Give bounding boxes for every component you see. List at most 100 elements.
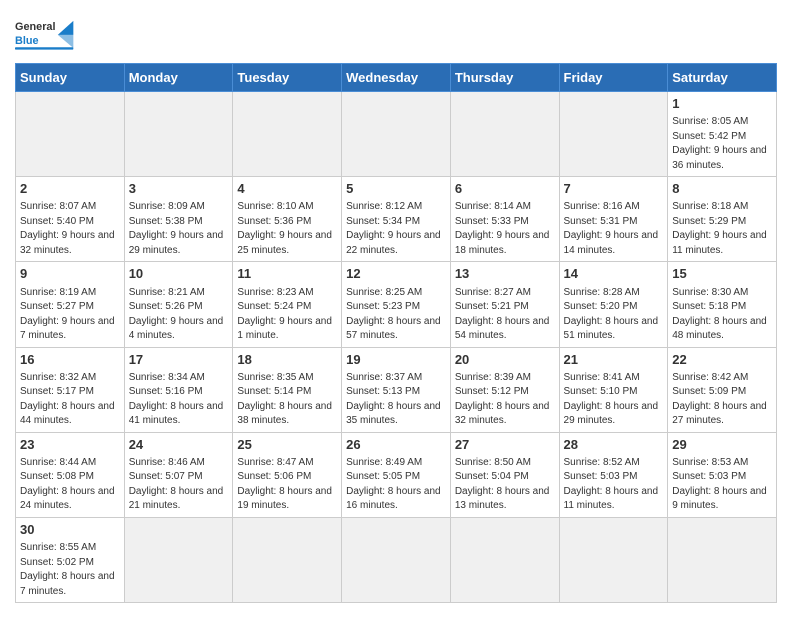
- cell-info: Sunrise: 8:35 AM Sunset: 5:14 PM Dayligh…: [237, 371, 337, 429]
- cell-info: Sunrise: 8:37 AM Sunset: 5:13 PM Dayligh…: [346, 371, 446, 429]
- day-number: 26: [346, 436, 446, 454]
- cell-info: Sunrise: 8:14 AM Sunset: 5:33 PM Dayligh…: [455, 200, 555, 258]
- calendar-cell: 10 Sunrise: 8:21 AM Sunset: 5:26 PM Dayli…: [124, 262, 233, 347]
- calendar-cell: 9 Sunrise: 8:19 AM Sunset: 5:27 PM Daylig…: [16, 262, 125, 347]
- cell-info: Sunrise: 8:49 AM Sunset: 5:05 PM Dayligh…: [346, 456, 446, 514]
- cell-info: Sunrise: 8:34 AM Sunset: 5:16 PM Dayligh…: [129, 371, 229, 429]
- cell-info: Sunrise: 8:52 AM Sunset: 5:03 PM Dayligh…: [564, 456, 664, 514]
- calendar-cell: 25 Sunrise: 8:47 AM Sunset: 5:06 PM Dayli…: [233, 432, 342, 517]
- cell-info: Sunrise: 8:41 AM Sunset: 5:10 PM Dayligh…: [564, 371, 664, 429]
- calendar-cell: [668, 517, 777, 602]
- calendar-cell: 6 Sunrise: 8:14 AM Sunset: 5:33 PM Daylig…: [450, 177, 559, 262]
- day-number: 21: [564, 351, 664, 369]
- calendar-cell: 19 Sunrise: 8:37 AM Sunset: 5:13 PM Dayli…: [342, 347, 451, 432]
- cell-info: Sunrise: 8:53 AM Sunset: 5:03 PM Dayligh…: [672, 456, 772, 514]
- cell-info: Sunrise: 8:55 AM Sunset: 5:02 PM Dayligh…: [20, 541, 120, 599]
- page: General Blue SundayMondayTuesdayWednesda…: [0, 0, 792, 618]
- day-number: 15: [672, 265, 772, 283]
- cell-info: Sunrise: 8:10 AM Sunset: 5:36 PM Dayligh…: [237, 200, 337, 258]
- calendar-cell: 30Sunrise: 8:55 AM Sunset: 5:02 PM Dayli…: [16, 517, 125, 602]
- weekday-header-thursday: Thursday: [450, 64, 559, 92]
- calendar-cell: 15 Sunrise: 8:30 AM Sunset: 5:18 PM Dayli…: [668, 262, 777, 347]
- cell-info: Sunrise: 8:16 AM Sunset: 5:31 PM Dayligh…: [564, 200, 664, 258]
- calendar: SundayMondayTuesdayWednesdayThursdayFrid…: [15, 63, 777, 603]
- day-number: 16: [20, 351, 120, 369]
- day-number: 28: [564, 436, 664, 454]
- weekday-header-row: SundayMondayTuesdayWednesdayThursdayFrid…: [16, 64, 777, 92]
- calendar-cell: [450, 517, 559, 602]
- day-number: 29: [672, 436, 772, 454]
- cell-info: Sunrise: 8:44 AM Sunset: 5:08 PM Dayligh…: [20, 456, 120, 514]
- day-number: 17: [129, 351, 229, 369]
- cell-info: Sunrise: 8:23 AM Sunset: 5:24 PM Dayligh…: [237, 286, 337, 344]
- cell-info: Sunrise: 8:28 AM Sunset: 5:20 PM Dayligh…: [564, 286, 664, 344]
- cell-info: Sunrise: 8:47 AM Sunset: 5:06 PM Dayligh…: [237, 456, 337, 514]
- day-number: 9: [20, 265, 120, 283]
- cell-info: Sunrise: 8:42 AM Sunset: 5:09 PM Dayligh…: [672, 371, 772, 429]
- cell-info: Sunrise: 8:30 AM Sunset: 5:18 PM Dayligh…: [672, 286, 772, 344]
- cell-info: Sunrise: 8:07 AM Sunset: 5:40 PM Dayligh…: [20, 200, 120, 258]
- calendar-cell: 21 Sunrise: 8:41 AM Sunset: 5:10 PM Dayli…: [559, 347, 668, 432]
- weekday-header-friday: Friday: [559, 64, 668, 92]
- day-number: 25: [237, 436, 337, 454]
- calendar-cell: [124, 517, 233, 602]
- logo-svg: General Blue: [15, 10, 85, 55]
- day-number: 1: [672, 95, 772, 113]
- week-row-2: 9 Sunrise: 8:19 AM Sunset: 5:27 PM Daylig…: [16, 262, 777, 347]
- calendar-cell: 7 Sunrise: 8:16 AM Sunset: 5:31 PM Daylig…: [559, 177, 668, 262]
- day-number: 4: [237, 180, 337, 198]
- day-number: 10: [129, 265, 229, 283]
- cell-info: Sunrise: 8:50 AM Sunset: 5:04 PM Dayligh…: [455, 456, 555, 514]
- calendar-cell: 26 Sunrise: 8:49 AM Sunset: 5:05 PM Dayli…: [342, 432, 451, 517]
- calendar-cell: 27Sunrise: 8:50 AM Sunset: 5:04 PM Dayli…: [450, 432, 559, 517]
- calendar-cell: 20Sunrise: 8:39 AM Sunset: 5:12 PM Dayli…: [450, 347, 559, 432]
- calendar-cell: 12Sunrise: 8:25 AM Sunset: 5:23 PM Dayli…: [342, 262, 451, 347]
- calendar-cell: 28 Sunrise: 8:52 AM Sunset: 5:03 PM Dayli…: [559, 432, 668, 517]
- calendar-cell: 5 Sunrise: 8:12 AM Sunset: 5:34 PM Daylig…: [342, 177, 451, 262]
- calendar-cell: 23 Sunrise: 8:44 AM Sunset: 5:08 PM Dayli…: [16, 432, 125, 517]
- calendar-cell: 2 Sunrise: 8:07 AM Sunset: 5:40 PM Daylig…: [16, 177, 125, 262]
- calendar-cell: 17 Sunrise: 8:34 AM Sunset: 5:16 PM Dayli…: [124, 347, 233, 432]
- calendar-cell: 22 Sunrise: 8:42 AM Sunset: 5:09 PM Dayli…: [668, 347, 777, 432]
- weekday-header-saturday: Saturday: [668, 64, 777, 92]
- calendar-cell: [342, 92, 451, 177]
- week-row-4: 23 Sunrise: 8:44 AM Sunset: 5:08 PM Dayli…: [16, 432, 777, 517]
- day-number: 19: [346, 351, 446, 369]
- day-number: 14: [564, 265, 664, 283]
- calendar-cell: [16, 92, 125, 177]
- header: General Blue: [15, 10, 777, 55]
- calendar-cell: 1 Sunrise: 8:05 AM Sunset: 5:42 PM Daylig…: [668, 92, 777, 177]
- cell-info: Sunrise: 8:32 AM Sunset: 5:17 PM Dayligh…: [20, 371, 120, 429]
- calendar-cell: 29 Sunrise: 8:53 AM Sunset: 5:03 PM Dayli…: [668, 432, 777, 517]
- cell-info: Sunrise: 8:21 AM Sunset: 5:26 PM Dayligh…: [129, 286, 229, 344]
- day-number: 7: [564, 180, 664, 198]
- calendar-cell: 14 Sunrise: 8:28 AM Sunset: 5:20 PM Dayli…: [559, 262, 668, 347]
- svg-text:Blue: Blue: [15, 35, 39, 47]
- week-row-0: 1 Sunrise: 8:05 AM Sunset: 5:42 PM Daylig…: [16, 92, 777, 177]
- day-number: 23: [20, 436, 120, 454]
- cell-info: Sunrise: 8:27 AM Sunset: 5:21 PM Dayligh…: [455, 286, 555, 344]
- week-row-3: 16 Sunrise: 8:32 AM Sunset: 5:17 PM Dayli…: [16, 347, 777, 432]
- day-number: 6: [455, 180, 555, 198]
- day-number: 5: [346, 180, 446, 198]
- day-number: 2: [20, 180, 120, 198]
- calendar-cell: 16 Sunrise: 8:32 AM Sunset: 5:17 PM Dayli…: [16, 347, 125, 432]
- day-number: 22: [672, 351, 772, 369]
- cell-info: Sunrise: 8:09 AM Sunset: 5:38 PM Dayligh…: [129, 200, 229, 258]
- calendar-cell: [342, 517, 451, 602]
- calendar-cell: 3 Sunrise: 8:09 AM Sunset: 5:38 PM Daylig…: [124, 177, 233, 262]
- cell-info: Sunrise: 8:05 AM Sunset: 5:42 PM Dayligh…: [672, 115, 772, 173]
- day-number: 11: [237, 265, 337, 283]
- day-number: 18: [237, 351, 337, 369]
- cell-info: Sunrise: 8:18 AM Sunset: 5:29 PM Dayligh…: [672, 200, 772, 258]
- calendar-cell: 11 Sunrise: 8:23 AM Sunset: 5:24 PM Dayli…: [233, 262, 342, 347]
- cell-info: Sunrise: 8:12 AM Sunset: 5:34 PM Dayligh…: [346, 200, 446, 258]
- day-number: 12: [346, 265, 446, 283]
- calendar-cell: [450, 92, 559, 177]
- weekday-header-sunday: Sunday: [16, 64, 125, 92]
- calendar-cell: 18 Sunrise: 8:35 AM Sunset: 5:14 PM Dayli…: [233, 347, 342, 432]
- day-number: 3: [129, 180, 229, 198]
- cell-info: Sunrise: 8:19 AM Sunset: 5:27 PM Dayligh…: [20, 286, 120, 344]
- weekday-header-tuesday: Tuesday: [233, 64, 342, 92]
- day-number: 13: [455, 265, 555, 283]
